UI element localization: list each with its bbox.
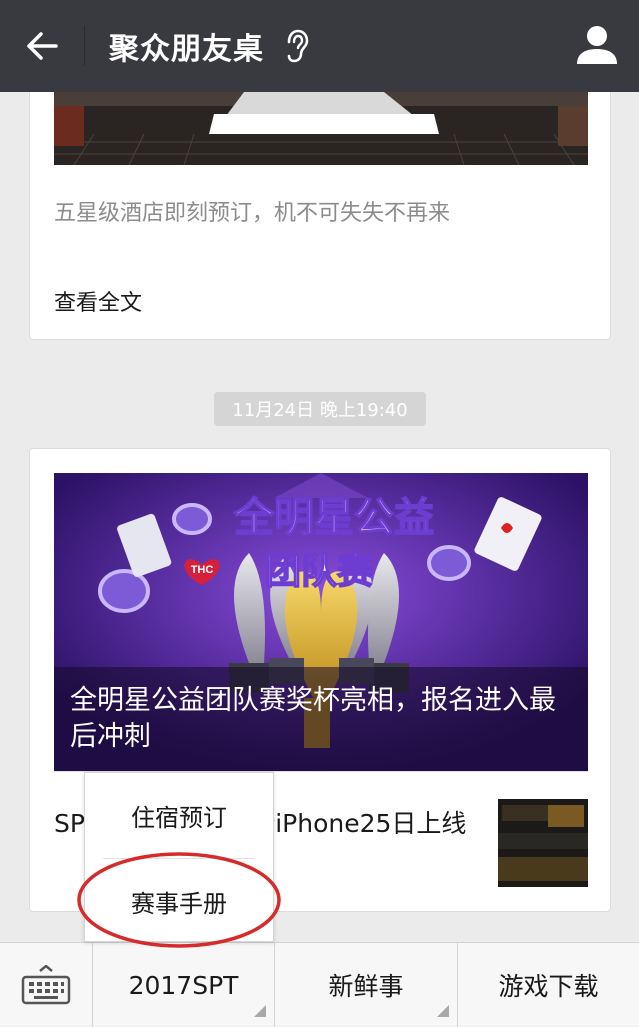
cover-article[interactable]: THC 全明星公益 团队赛 全明星公益团队赛奖杯亮相，报名进入最后冲刺	[54, 473, 588, 771]
keyboard-toggle-button[interactable]	[0, 943, 92, 1027]
bottom-menu-bar: 2017SPT 新鲜事 游戏下载	[0, 942, 639, 1027]
cover-art-title-line2: 团队赛	[265, 551, 374, 592]
article-description: 五星级酒店即刻预订，机不可失失不再来	[54, 201, 451, 226]
back-button[interactable]	[0, 0, 84, 92]
article-card-hotel[interactable]: 五星级酒店即刻预订，机不可失失不再来 查看全文	[29, 92, 611, 340]
page-title: 聚众朋友桌	[109, 32, 264, 67]
submenu-popup: 住宿预订 赛事手册	[84, 772, 274, 942]
header-divider	[84, 26, 85, 66]
message-timestamp: 11月24日 晚上19:40	[214, 392, 426, 426]
menu-tab-2017spt[interactable]: 2017SPT	[92, 943, 274, 1027]
cover-article-title: 全明星公益团队赛奖杯亮相，报名进入最后冲刺	[70, 685, 556, 752]
menu-tab-game-download[interactable]: 游戏下载	[457, 943, 639, 1027]
submenu-item-event-handbook[interactable]: 赛事手册	[85, 859, 273, 943]
read-full-article-link[interactable]: 查看全文	[54, 285, 142, 317]
hotel-hall-image	[54, 92, 588, 165]
cover-art-title-line1: 全明星公益	[233, 495, 434, 541]
keyboard-icon	[21, 965, 71, 1005]
person-icon	[577, 26, 617, 64]
sub-article-thumbnail	[498, 799, 588, 887]
listen-mode-button[interactable]	[284, 29, 310, 63]
ear-icon	[287, 29, 309, 63]
menu-tab-label: 游戏下载	[498, 972, 599, 1001]
menu-tab-news[interactable]: 新鲜事	[274, 943, 457, 1027]
submenu-item-hotel-booking[interactable]: 住宿预订	[85, 773, 273, 857]
back-arrow-icon	[27, 32, 58, 60]
menu-tab-label: 2017SPT	[128, 970, 239, 1000]
profile-button[interactable]	[573, 22, 621, 70]
top-navigation-bar: 聚众朋友桌	[0, 0, 639, 92]
thc-badge-text: THC	[191, 564, 214, 576]
submenu-indicator-icon	[437, 1005, 449, 1017]
menu-tab-label: 新鲜事	[328, 972, 404, 1001]
submenu-indicator-icon	[254, 1005, 266, 1017]
